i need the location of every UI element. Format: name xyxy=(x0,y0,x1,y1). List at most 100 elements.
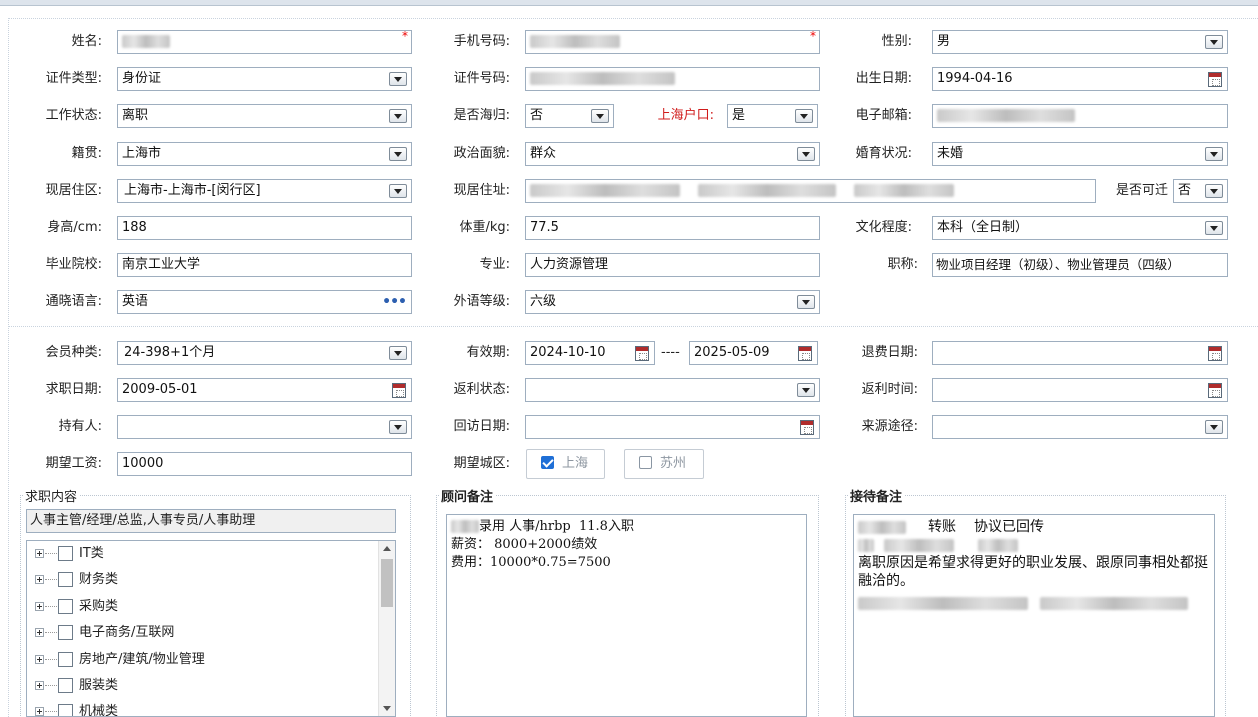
chevron-down-icon[interactable] xyxy=(389,109,407,123)
tree-checkbox[interactable] xyxy=(58,599,73,614)
chevron-down-icon[interactable] xyxy=(1205,35,1223,49)
scroll-down-icon[interactable] xyxy=(383,706,391,711)
consultant-note-line: 薪资： 8000+2000绩效 xyxy=(451,537,598,552)
checkbox-checked-icon[interactable] xyxy=(541,456,554,469)
job-category-tree[interactable]: IT类 财务类 采购类 电子商务/互联网 房地产/建筑/物业管理 服装类 机械类 xyxy=(26,540,396,717)
rebate-status-select[interactable] xyxy=(525,378,820,402)
birth-date-label: 出生日期: xyxy=(855,71,912,86)
chevron-down-icon[interactable] xyxy=(389,184,407,198)
reception-note-line: 协议已回传 xyxy=(974,519,1044,535)
city-option-shanghai[interactable]: 上海 xyxy=(526,449,605,479)
work-status-select[interactable]: 离职 xyxy=(117,104,412,128)
validity-start-field[interactable]: 2024-10-10 xyxy=(525,341,655,365)
language-field[interactable]: 英语 ••• xyxy=(117,290,412,314)
email-field[interactable] xyxy=(932,104,1228,128)
chevron-down-icon[interactable] xyxy=(591,109,609,123)
calendar-icon[interactable] xyxy=(635,346,649,361)
rebate-time-field[interactable] xyxy=(932,378,1228,402)
expected-salary-field[interactable]: 10000 xyxy=(117,452,412,476)
tree-scrollbar[interactable] xyxy=(378,541,395,716)
return-visit-date-field[interactable] xyxy=(525,415,820,439)
job-search-date-label: 求职日期: xyxy=(45,382,102,397)
shanghai-hukou-select[interactable]: 是 xyxy=(727,104,818,128)
tree-item-label: 采购类 xyxy=(79,599,119,614)
checkbox-unchecked-icon[interactable] xyxy=(639,456,652,469)
relocatable-select[interactable]: 否 xyxy=(1173,179,1228,203)
tree-checkbox[interactable] xyxy=(58,625,73,640)
residence-address-field[interactable] xyxy=(525,179,1096,203)
expand-icon[interactable] xyxy=(35,602,44,611)
name-label: 姓名: xyxy=(71,34,102,49)
major-field[interactable]: 人力资源管理 xyxy=(525,253,820,277)
chevron-down-icon[interactable] xyxy=(389,346,407,360)
chevron-down-icon[interactable] xyxy=(389,147,407,161)
tree-checkbox[interactable] xyxy=(58,572,73,587)
native-place-label: 籍贯: xyxy=(71,146,102,161)
chevron-down-icon[interactable] xyxy=(797,383,815,397)
chevron-down-icon[interactable] xyxy=(1205,420,1223,434)
marital-status-value: 未婚 xyxy=(937,146,964,161)
expand-icon[interactable] xyxy=(35,707,44,716)
education-value: 本科（全日制） xyxy=(937,220,1029,235)
education-select[interactable]: 本科（全日制） xyxy=(932,216,1228,240)
native-place-select[interactable]: 上海市 xyxy=(117,142,412,166)
expand-icon[interactable] xyxy=(35,655,44,664)
tree-checkbox[interactable] xyxy=(58,652,73,667)
name-field[interactable]: * xyxy=(117,30,412,54)
major-value: 人力资源管理 xyxy=(530,257,609,272)
chevron-down-icon[interactable] xyxy=(389,72,407,86)
chevron-down-icon[interactable] xyxy=(795,109,813,123)
calendar-icon[interactable] xyxy=(800,420,814,435)
calendar-icon[interactable] xyxy=(1208,72,1222,87)
expand-icon[interactable] xyxy=(35,575,44,584)
chevron-down-icon[interactable] xyxy=(797,295,815,309)
id-type-select[interactable]: 身份证 xyxy=(117,67,412,91)
chevron-down-icon[interactable] xyxy=(1205,147,1223,161)
expand-icon[interactable] xyxy=(35,681,44,690)
language-level-select[interactable]: 六级 xyxy=(525,290,820,314)
height-field[interactable]: 188 xyxy=(117,216,412,240)
calendar-icon[interactable] xyxy=(1208,383,1222,398)
tree-item-label: IT类 xyxy=(79,546,104,561)
more-button[interactable]: ••• xyxy=(382,291,407,313)
refund-date-field[interactable] xyxy=(932,341,1228,365)
returnee-value: 否 xyxy=(530,108,544,123)
chevron-down-icon[interactable] xyxy=(1205,221,1223,235)
calendar-icon[interactable] xyxy=(392,383,406,398)
title-field[interactable]: 物业项目经理（初级）、物业管理员（四级） xyxy=(932,253,1228,277)
validity-end-field[interactable]: 2025-05-09 xyxy=(689,341,818,365)
source-select[interactable] xyxy=(932,415,1228,439)
school-field[interactable]: 南京工业大学 xyxy=(117,253,412,277)
validity-label: 有效期: xyxy=(466,345,510,360)
political-status-select[interactable]: 群众 xyxy=(525,142,820,166)
reception-notes-textarea[interactable]: 转账 协议已回传 离职原因是希望求得更好的职业发展、跟原同事相处都挺融洽的。 xyxy=(853,514,1215,717)
consultant-notes-textarea[interactable]: 录用 人事/hrbp 11.8入职 薪资： 8000+2000绩效 费用：10000… xyxy=(446,514,807,717)
weight-field[interactable]: 77.5 xyxy=(525,216,820,240)
chevron-down-icon[interactable] xyxy=(797,147,815,161)
tree-checkbox[interactable] xyxy=(58,704,73,716)
city-option-suzhou[interactable]: 苏州 xyxy=(624,449,704,479)
id-number-field[interactable] xyxy=(525,67,820,91)
gender-select[interactable]: 男 xyxy=(932,30,1228,54)
chevron-down-icon[interactable] xyxy=(1205,184,1223,198)
scroll-up-icon[interactable] xyxy=(383,546,391,551)
mobile-field[interactable]: * xyxy=(525,30,820,54)
returnee-select[interactable]: 否 xyxy=(525,104,614,128)
tree-checkbox[interactable] xyxy=(58,546,73,561)
expand-icon[interactable] xyxy=(35,549,44,558)
residence-area-select[interactable]: 上海市-上海市-[闵行区] xyxy=(117,179,412,203)
redacted-text xyxy=(858,596,1028,610)
marital-status-select[interactable]: 未婚 xyxy=(932,142,1228,166)
school-value: 南京工业大学 xyxy=(122,257,201,272)
scroll-thumb[interactable] xyxy=(381,559,393,607)
member-type-select[interactable]: 24-398+1个月 xyxy=(117,341,412,365)
tree-checkbox[interactable] xyxy=(58,678,73,693)
education-label: 文化程度: xyxy=(855,220,912,235)
birth-date-field[interactable]: 1994-04-16 xyxy=(932,67,1228,91)
calendar-icon[interactable] xyxy=(798,346,812,361)
calendar-icon[interactable] xyxy=(1208,346,1222,361)
expand-icon[interactable] xyxy=(35,628,44,637)
job-search-date-field[interactable]: 2009-05-01 xyxy=(117,378,412,402)
chevron-down-icon[interactable] xyxy=(389,420,407,434)
holder-select[interactable] xyxy=(117,415,412,439)
